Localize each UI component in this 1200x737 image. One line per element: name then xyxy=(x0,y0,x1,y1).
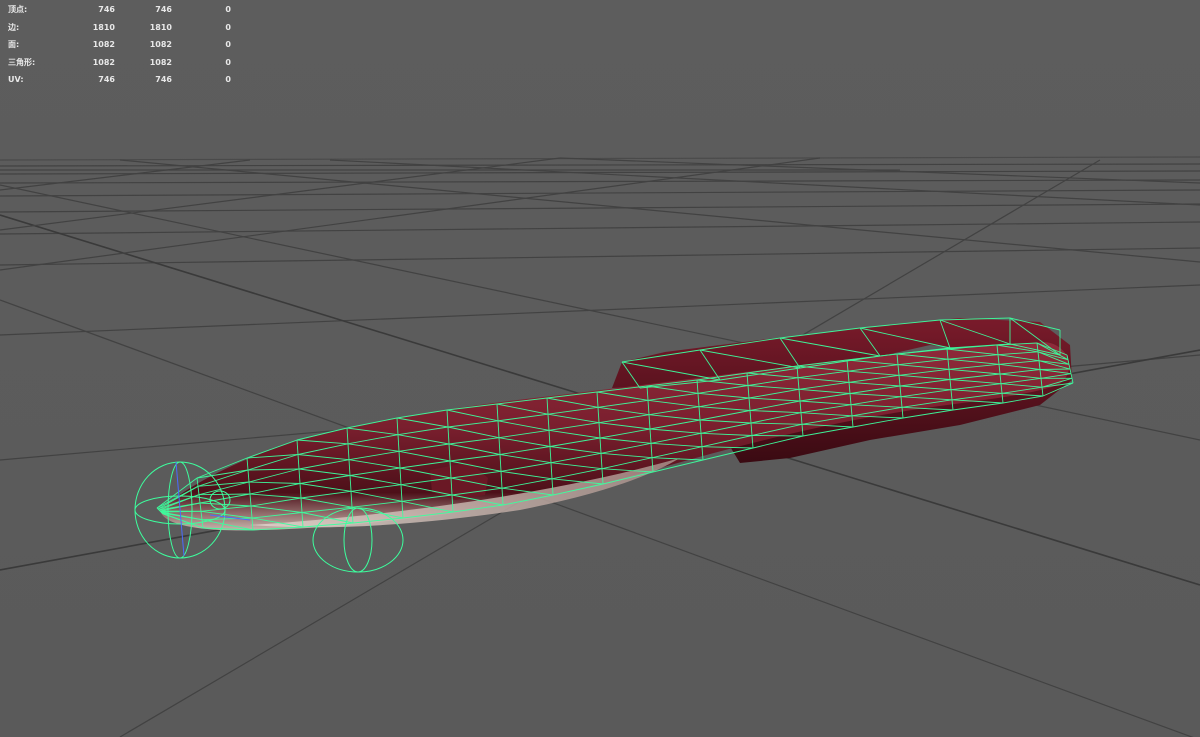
wire-edge xyxy=(751,435,804,437)
viewport-scene[interactable] xyxy=(0,0,1200,737)
3d-viewport[interactable]: 顶点: 746 746 0 边: 1810 1810 0 面: 1082 108… xyxy=(0,0,1200,737)
wire-edge xyxy=(1071,378,1074,384)
wire-edge xyxy=(1039,368,1071,370)
